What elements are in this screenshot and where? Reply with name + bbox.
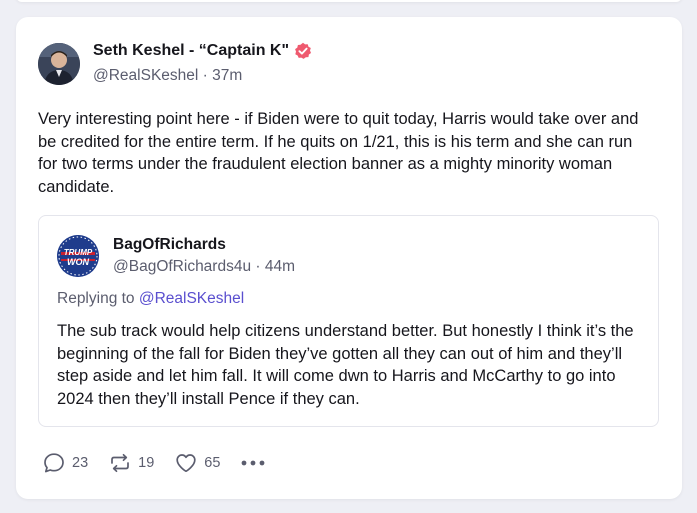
previous-post-card: [16, 0, 682, 2]
verified-badge-icon: [294, 42, 312, 60]
like-button[interactable]: 65: [174, 451, 220, 475]
avatar-text-trump: TRUMP: [64, 248, 93, 257]
replying-prefix: Replying to: [57, 290, 139, 307]
author-handle[interactable]: @RealSKeshel: [93, 67, 198, 84]
author-name[interactable]: Seth Keshel - “Captain K": [93, 42, 312, 60]
quote-text: The sub track would help citizens unders…: [57, 322, 634, 408]
post-meta: @RealSKeshel · 37m: [93, 67, 242, 85]
quote-author-handle[interactable]: @BagOfRichards4u: [113, 258, 251, 275]
replying-to-link[interactable]: @RealSKeshel: [139, 290, 244, 307]
repost-button[interactable]: 19: [108, 451, 154, 475]
quote-author-name[interactable]: BagOfRichards: [113, 236, 226, 254]
quote-author-avatar[interactable]: TRUMP WON: [57, 235, 99, 277]
more-icon: [242, 460, 265, 466]
quote-meta-separator: ·: [251, 258, 265, 275]
reply-button[interactable]: 23: [42, 451, 88, 475]
reply-count: 23: [72, 455, 89, 471]
avatar-text-won: WON: [67, 257, 89, 267]
author-avatar[interactable]: [38, 43, 80, 85]
quote-meta: @BagOfRichards4u · 44m: [113, 258, 295, 276]
post-actions: 23 19 65: [42, 451, 266, 475]
post-text: Very interesting point here - if Biden w…: [38, 110, 639, 196]
reply-icon: [44, 453, 64, 473]
author-name-text[interactable]: Seth Keshel - “Captain K": [93, 42, 289, 60]
quoted-post[interactable]: TRUMP WON BagOfRichards @BagOfRichards4u…: [38, 215, 659, 427]
post-time[interactable]: 37m: [212, 67, 242, 84]
quote-time[interactable]: 44m: [265, 258, 295, 275]
heart-icon: [176, 454, 196, 473]
post-card[interactable]: Seth Keshel - “Captain K" @RealSKeshel ·…: [16, 17, 682, 499]
repost-count: 19: [138, 455, 155, 471]
more-button[interactable]: [240, 451, 266, 475]
like-count: 65: [204, 455, 221, 471]
meta-separator: ·: [198, 67, 213, 84]
replying-to-line: Replying to @RealSKeshel: [57, 290, 244, 308]
repost-icon: [111, 453, 129, 473]
